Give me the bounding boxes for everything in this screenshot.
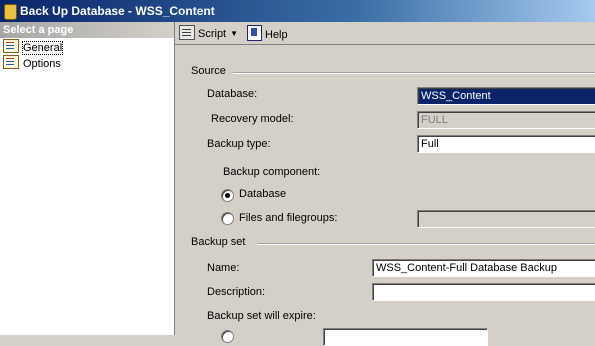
database-icon	[4, 4, 17, 20]
page-general[interactable]: General	[3, 39, 64, 55]
backup-component-label: Backup component:	[223, 166, 321, 178]
page-icon	[3, 55, 19, 69]
recovery-model-label: Recovery model:	[211, 113, 294, 125]
page-general-label: General	[21, 41, 64, 55]
backup-type-label: Backup type:	[207, 138, 271, 150]
title-bar: Back Up Database - WSS_Content	[0, 0, 595, 22]
files-filegroups-label: Files and filegroups:	[239, 212, 338, 224]
expire-label: Backup set will expire:	[207, 310, 316, 322]
description-label: Description:	[207, 286, 266, 298]
divider	[233, 72, 595, 74]
source-section-title: Source	[191, 65, 226, 77]
backup-type-combo[interactable]: Full	[417, 135, 595, 153]
help-label: Help	[265, 29, 288, 41]
name-label: Name:	[207, 262, 240, 274]
sidebar-header: Select a page	[0, 22, 174, 38]
name-input[interactable]: WSS_Content-Full Database Backup	[372, 259, 595, 277]
database-combo[interactable]: WSS_Content	[417, 87, 595, 105]
database-label: Database:	[207, 88, 258, 100]
help-button[interactable]: Help	[247, 25, 288, 41]
page-options-label: Options	[23, 58, 61, 70]
files-filegroups-radio[interactable]	[221, 212, 234, 225]
general-page: Source Database: WSS_Content Recovery mo…	[175, 45, 595, 346]
script-label: Script	[198, 28, 227, 40]
expire-after-radio[interactable]	[221, 330, 234, 343]
page-options[interactable]: Options	[3, 55, 61, 70]
recovery-model-field: FULL	[417, 111, 595, 129]
script-icon	[179, 25, 195, 40]
page-icon	[3, 39, 19, 53]
page-selector: Select a page General Options	[0, 22, 175, 335]
description-input[interactable]	[372, 283, 595, 301]
divider	[257, 243, 595, 245]
database-radio[interactable]	[221, 189, 234, 202]
database-radio-label: Database	[239, 188, 287, 200]
backup-set-section-title: Backup set	[191, 236, 246, 248]
expire-days-field[interactable]	[323, 328, 488, 346]
help-icon	[247, 25, 262, 41]
chevron-down-icon[interactable]: ▼	[230, 26, 238, 42]
files-filegroups-field	[417, 210, 595, 228]
script-button[interactable]: Script ▼	[179, 25, 238, 41]
window-title: Back Up Database - WSS_Content	[20, 4, 215, 18]
toolbar: Script ▼ Help	[175, 22, 595, 45]
